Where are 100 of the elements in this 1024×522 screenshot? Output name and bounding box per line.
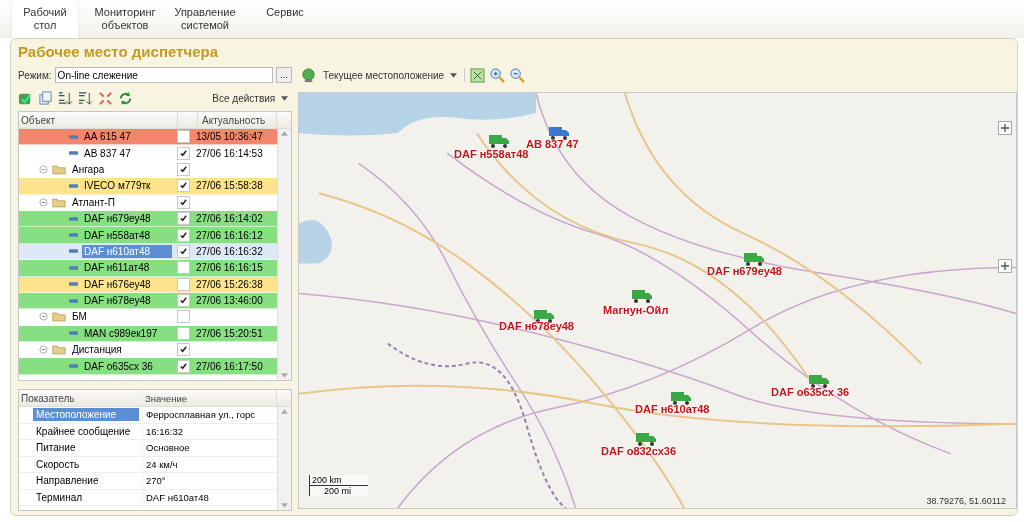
checkbox[interactable] [177, 294, 190, 308]
vehicle-icon [69, 265, 78, 270]
checkbox[interactable] [177, 343, 190, 357]
property-value: DAF н610ат48 [146, 491, 209, 503]
object-name: MAN с989ек197 [83, 326, 159, 340]
object-name: БМ [71, 310, 88, 324]
property-value: 270° [146, 475, 166, 487]
truck-icon[interactable] [632, 288, 652, 304]
truck-icon[interactable] [744, 251, 764, 267]
object-name: Атлант-П [71, 195, 116, 209]
checkbox[interactable] [177, 146, 190, 160]
object-name: Ангара [71, 162, 106, 176]
checkbox[interactable] [177, 195, 190, 209]
checkbox[interactable] [177, 179, 190, 193]
checkbox[interactable] [177, 244, 190, 258]
timestamp: 27/06 13:46:00 [196, 295, 263, 307]
timestamp: 27/06 15:20:51 [196, 327, 263, 339]
collapse-icon[interactable] [39, 312, 48, 322]
caret-icon [449, 73, 457, 79]
vehicle-label: DAF н558ат48 [454, 148, 529, 160]
vehicle-icon [69, 298, 78, 303]
sort-descending-icon[interactable] [78, 90, 93, 106]
map-view[interactable]: DAF н558ат48 АВ 837 47 DAF н679еу48 Магнун-Ойл DAF н678еу48 DAF о635сх 36 DAF н610ат48 DAF о832сх36 200 km 200 mi 38.79276, 51.60112 [298, 92, 1017, 509]
vehicle-label: Магнун-Ойл [603, 304, 669, 316]
map-coordinates: 38.79276, 51.60112 [926, 496, 1006, 506]
object-name: DAF н611ат48 [83, 261, 151, 275]
tree-row[interactable]: IVECO м779тк 27/06 15:58:38 [19, 178, 277, 195]
checkbox[interactable] [177, 310, 190, 324]
expand-icon[interactable] [98, 90, 113, 106]
checkbox[interactable] [177, 277, 190, 291]
object-name: DAF н558ат48 [83, 228, 152, 242]
vehicle-icon [69, 364, 78, 369]
property-name[interactable]: Направление [33, 474, 102, 488]
timestamp: 27/06 16:14:53 [196, 147, 263, 159]
checkbox[interactable] [177, 212, 190, 226]
refresh-icon[interactable] [118, 90, 133, 106]
page-title: Рабочее место диспетчера [18, 42, 220, 62]
vehicle-icon [69, 134, 78, 139]
vehicle-label: DAF н678еу48 [499, 320, 574, 332]
checkbox[interactable] [177, 130, 190, 144]
vehicle-icon [69, 183, 78, 188]
select-button[interactable]: ... [276, 67, 292, 83]
zoom-out-icon[interactable] [509, 67, 525, 83]
vehicle-label: АВ 837 47 [526, 138, 579, 150]
property-value: Ферросплавная ул., горс [146, 409, 255, 421]
caret-icon [281, 96, 288, 102]
expand-button[interactable] [998, 121, 1012, 135]
nav-tab[interactable]: Мониторинг объектов [92, 0, 158, 38]
collapse-icon[interactable] [39, 197, 48, 207]
globe-icon [301, 67, 316, 83]
fit-map-icon[interactable] [469, 67, 485, 83]
truck-icon[interactable] [534, 308, 554, 324]
property-name[interactable]: Терминал [33, 490, 86, 504]
tree-row[interactable]: DAF н558ат48 27/06 16:16:12 [19, 227, 277, 244]
collapse-icon[interactable] [39, 164, 48, 174]
property-name[interactable]: Крайнее сообщение [33, 424, 134, 438]
object-name: АВ 837 47 [83, 146, 132, 160]
nav-tab[interactable]: Сервис [252, 0, 318, 38]
object-name: DAF н610ат48 [82, 244, 172, 258]
vehicle-icon [69, 216, 78, 221]
property-name[interactable]: Скорость [33, 457, 83, 471]
vehicle-label: DAF н679еу48 [707, 265, 782, 277]
checkmark-icon [179, 296, 188, 306]
tree-row[interactable]: DAF о635сх 36 27/06 16:17:50 [19, 358, 277, 375]
nav-tab[interactable]: Рабочий стол [12, 0, 78, 38]
mode-field[interactable]: On-line слежение [54, 67, 273, 83]
tree-row[interactable]: АА 615 47 13/05 10:36:47 [19, 129, 277, 146]
truck-icon[interactable] [489, 133, 509, 149]
current-location-button[interactable]: Текущее местоположение [321, 69, 459, 81]
checkbox[interactable] [177, 228, 190, 242]
vehicle-label: DAF о635сх 36 [771, 386, 850, 398]
timestamp: 27/06 16:16:32 [196, 245, 263, 257]
timestamp: 13/05 10:36:47 [196, 131, 263, 143]
property-name[interactable]: Питание [33, 441, 79, 455]
column-header: Показатель [19, 390, 143, 406]
property-value: Основное [146, 442, 190, 454]
timestamp: 27/06 16:16:15 [196, 262, 263, 274]
checkbox[interactable] [177, 162, 190, 176]
tree-row[interactable]: DAF н611ат48 27/06 16:16:15 [19, 260, 277, 277]
expand-button[interactable] [998, 259, 1012, 273]
checkbox[interactable] [177, 261, 190, 275]
all-actions-menu[interactable]: Все действия [208, 92, 292, 104]
object-name: DAF н678еу48 [83, 294, 152, 308]
sort-ascending-icon[interactable] [58, 90, 73, 106]
vehicle-icon [69, 249, 78, 254]
vehicle-icon [69, 151, 78, 156]
vehicle-icon [69, 282, 78, 287]
truck-icon[interactable] [809, 373, 829, 389]
object-name: DAF н679еу48 [83, 212, 152, 226]
truck-icon[interactable] [549, 125, 569, 141]
object-name: DAF о635сх 36 [83, 359, 154, 373]
truck-icon[interactable] [671, 390, 691, 406]
vehicle-icon [69, 331, 78, 336]
truck-icon[interactable] [636, 431, 656, 447]
zoom-in-icon[interactable] [489, 67, 505, 83]
collapse-icon[interactable] [39, 345, 48, 355]
copy-icon[interactable] [38, 90, 53, 106]
checkbox[interactable] [177, 326, 190, 340]
nav-tab[interactable]: Управление системой [172, 0, 238, 38]
checkbox[interactable] [177, 359, 190, 373]
